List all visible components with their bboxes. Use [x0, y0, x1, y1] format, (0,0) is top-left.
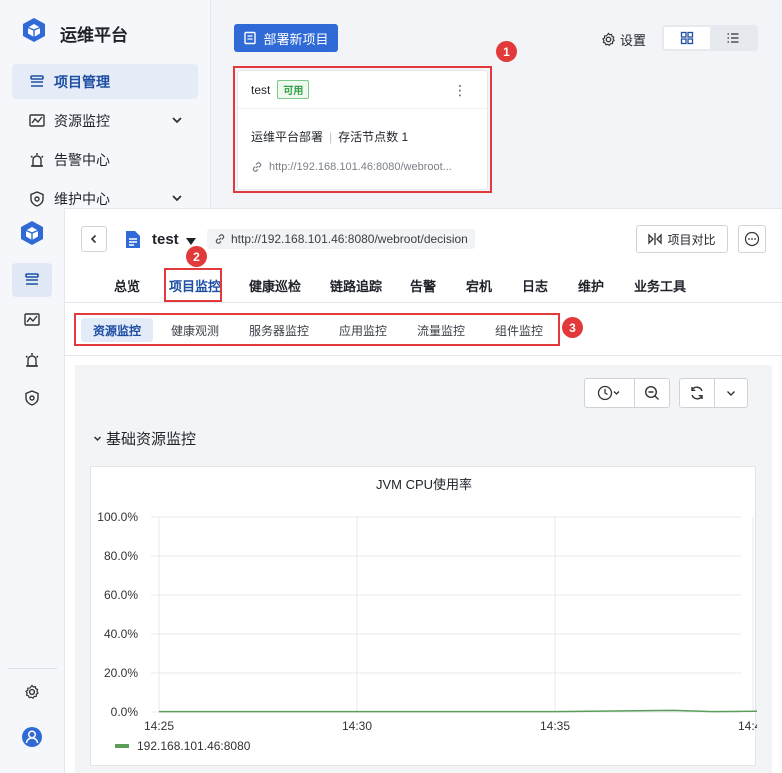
link-icon [215, 234, 225, 244]
section-title-text: 基础资源监控 [106, 431, 197, 448]
back-button[interactable] [81, 226, 107, 252]
y-tick-label: 20.0% [104, 666, 138, 680]
tab-overview[interactable]: 总览 [114, 276, 140, 295]
list-icon [25, 273, 39, 285]
list-view-button[interactable] [710, 27, 756, 49]
time-zoom-toolbar [584, 378, 670, 408]
tab-alert[interactable]: 告警 [410, 276, 436, 295]
y-tick-label: 0.0% [111, 705, 139, 719]
chevron-down-icon [93, 436, 102, 442]
avatar-icon [22, 727, 42, 747]
y-tick-label: 80.0% [104, 549, 138, 563]
jvm-cpu-chart: JVM CPU使用率 0.0% 20.0% 40.0% 60.0% 80.0% 100.0%… [97, 477, 757, 753]
sidebar-item-label: 资源监控 [54, 112, 110, 129]
refresh-interval-dropdown[interactable] [715, 379, 748, 407]
chart-title: JVM CPU使用率 [376, 477, 472, 492]
view-toggle [662, 25, 758, 51]
y-tick-label: 60.0% [104, 588, 138, 602]
section-basic-resource-monitor[interactable]: 基础资源监控 [93, 428, 196, 449]
tab-trace[interactable]: 链路追踪 [330, 276, 382, 295]
tabs-divider [65, 302, 782, 303]
top-sidebar: 运维平台 项目管理 资源监控 告警中心 维护中心 [0, 0, 211, 210]
x-tick-label: 14:35 [540, 719, 570, 733]
more-horizontal-icon [744, 231, 760, 247]
y-tick-label: 100.0% [97, 510, 138, 524]
chevron-down-icon [172, 195, 182, 202]
gear-icon [602, 32, 615, 47]
tab-logs[interactable]: 日志 [522, 276, 548, 295]
rail-settings-button[interactable] [12, 675, 52, 709]
x-tick-label: 14:40 [738, 719, 757, 733]
y-tick-label: 40.0% [104, 627, 138, 641]
rail-alert-button[interactable] [12, 343, 52, 377]
file-icon [125, 230, 141, 252]
monitor-icon [24, 313, 40, 326]
project-url: http://192.168.101.46:8080/webroot/decis… [231, 232, 468, 246]
rail-divider [8, 668, 57, 669]
chevron-down-icon [172, 117, 182, 124]
chevron-down-icon [726, 391, 735, 396]
tab-health-inspection[interactable]: 健康巡检 [249, 276, 301, 295]
annotation-box-2 [164, 268, 222, 302]
annotation-box-3 [74, 313, 560, 346]
settings-label: 设置 [620, 33, 647, 48]
annotation-number-2: 2 [186, 246, 207, 267]
annotation-box-1 [233, 66, 492, 193]
alarm-icon [25, 353, 39, 367]
logo-icon [19, 220, 45, 249]
sidebar-item-label: 项目管理 [54, 73, 110, 90]
series-line [159, 709, 757, 713]
sidebar-item-project-management[interactable]: 项目管理 [12, 64, 198, 99]
sidebar-item-label: 维护中心 [54, 190, 110, 207]
more-button[interactable] [738, 225, 766, 253]
compare-icon [648, 233, 663, 245]
sidebar-item-resource-monitor[interactable]: 资源监控 [12, 103, 198, 138]
rail-project-button[interactable] [12, 263, 52, 297]
gear-icon [25, 684, 39, 700]
tab-business-tools[interactable]: 业务工具 [634, 276, 686, 295]
list-icon [727, 33, 739, 43]
refresh-icon [691, 386, 703, 400]
settings-button[interactable]: 设置 [601, 30, 646, 49]
deploy-new-project-button[interactable]: 部署新项目 [234, 24, 338, 52]
document-icon [244, 31, 257, 45]
sidebar-item-alert-center[interactable]: 告警中心 [12, 142, 198, 177]
monitor-icon [28, 112, 46, 130]
project-title: test [152, 231, 179, 248]
refresh-button[interactable] [680, 379, 715, 407]
legend-label: 192.168.101.46:8080 [137, 739, 251, 753]
app-title: 运维平台 [60, 26, 128, 45]
user-avatar-button[interactable] [12, 720, 52, 754]
tab-downtime[interactable]: 宕机 [466, 276, 492, 295]
rail-monitor-button[interactable] [12, 303, 52, 337]
grid-icon [680, 31, 694, 45]
annotation-number-3: 3 [562, 317, 583, 338]
refresh-toolbar [679, 378, 748, 408]
clock-icon [597, 385, 619, 401]
x-tick-label: 14:25 [144, 719, 174, 733]
project-compare-button[interactable]: 项目对比 [636, 225, 728, 253]
content-divider [65, 355, 782, 356]
deploy-button-label: 部署新项目 [263, 31, 329, 47]
logo-icon [21, 17, 47, 46]
alarm-icon [28, 151, 46, 169]
grid-view-button[interactable] [664, 27, 710, 49]
chevron-left-icon [90, 234, 97, 244]
x-tick-label: 14:30 [342, 719, 372, 733]
zoom-out-icon [644, 385, 659, 400]
jvm-cpu-chart-panel: JVM CPU使用率 0.0% 20.0% 40.0% 60.0% 80.0% 100.0%… [90, 466, 757, 766]
list-icon [28, 73, 46, 91]
sidebar-item-label: 告警中心 [54, 151, 110, 168]
maintenance-icon [25, 390, 39, 406]
tab-maintenance[interactable]: 维护 [578, 276, 604, 295]
rail-maintenance-button[interactable] [12, 381, 52, 415]
maintenance-icon [28, 190, 46, 208]
zoom-out-button[interactable] [635, 379, 669, 407]
annotation-number-1: 1 [496, 41, 517, 62]
project-url-chip[interactable]: http://192.168.101.46:8080/webroot/decis… [207, 229, 475, 249]
time-range-picker[interactable] [585, 379, 635, 407]
compare-label: 项目对比 [667, 232, 716, 247]
